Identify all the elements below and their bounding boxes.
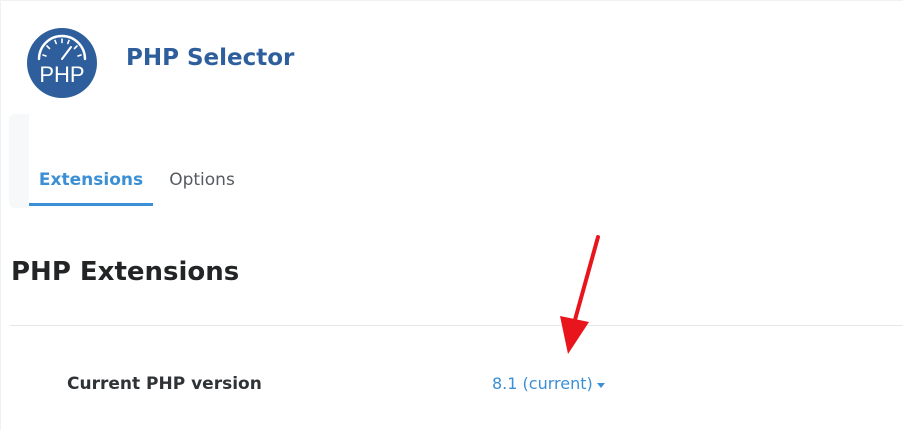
php-version-dropdown[interactable]: 8.1 (current) (492, 372, 605, 396)
section-divider (10, 325, 903, 326)
section-title: PHP Extensions (11, 257, 240, 287)
tab-options[interactable]: Options (160, 160, 244, 206)
app-title: PHP Selector (126, 45, 295, 71)
frame-left-border (0, 0, 1, 430)
tab-extensions[interactable]: Extensions (29, 160, 153, 206)
php-logo-icon: PHP (27, 28, 97, 98)
php-version-label: Current PHP version (67, 374, 262, 394)
logo-text: PHP (39, 62, 84, 87)
php-version-value: 8.1 (current) (492, 374, 593, 393)
caret-down-icon (596, 382, 605, 388)
annotation-arrow-icon (560, 235, 600, 354)
frame-top-border (0, 0, 903, 1)
